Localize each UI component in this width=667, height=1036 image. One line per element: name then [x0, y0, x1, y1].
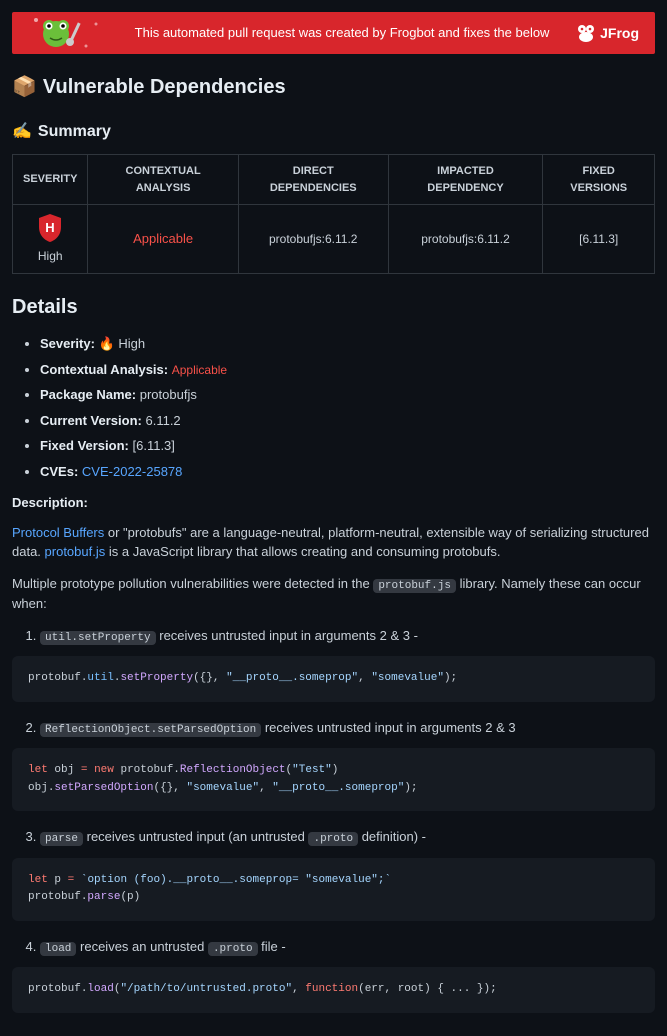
table-row: H High Applicable protobufjs:6.11.2 prot… [13, 205, 655, 274]
jfrog-logo: JFrog [576, 23, 639, 44]
vulnerability-list-4: load receives an untrusted .proto file - [12, 937, 655, 958]
cell-severity: H High [13, 205, 88, 274]
col-contextual: CONTEXTUAL ANALYSIS [88, 155, 238, 205]
detail-severity: Severity: 🔥 High [40, 334, 655, 354]
detail-contextual: Contextual Analysis: Applicable [40, 360, 655, 380]
description-p2: Multiple prototype pollution vulnerabili… [12, 574, 655, 614]
details-list: Severity: 🔥 High Contextual Analysis: Ap… [12, 334, 655, 481]
col-severity: SEVERITY [13, 155, 88, 205]
detail-cves: CVEs: CVE-2022-25878 [40, 462, 655, 482]
vulnerability-list-2: ReflectionObject.setParsedOption receive… [12, 718, 655, 739]
vulnerable-dependencies-heading: 📦 Vulnerable Dependencies [12, 72, 655, 102]
jfrog-icon [576, 23, 596, 43]
code-block-1: protobuf.util.setProperty({}, "__proto__… [12, 656, 655, 702]
vuln-item-4: load receives an untrusted .proto file - [40, 937, 655, 958]
col-fixed: FIXED VERSIONS [543, 155, 655, 205]
shield-high-icon: H [36, 213, 64, 243]
vulnerability-list-3: parse receives untrusted input (an untru… [12, 827, 655, 848]
cell-impacted: protobufjs:6.11.2 [388, 205, 543, 274]
vuln-item-3: parse receives untrusted input (an untru… [40, 827, 655, 848]
col-direct: DIRECT DEPENDENCIES [238, 155, 388, 205]
cell-fixed: [6.11.3] [543, 205, 655, 274]
frogbot-mascot-icon [28, 12, 108, 54]
code-block-2: let obj = new protobuf.ReflectionObject(… [12, 748, 655, 811]
code-block-4: protobuf.load("/path/to/untrusted.proto"… [12, 967, 655, 1013]
protocol-buffers-link[interactable]: Protocol Buffers [12, 525, 104, 540]
frogbot-banner: This automated pull request was created … [12, 12, 655, 54]
writing-icon: ✍️ [12, 120, 32, 144]
summary-heading: ✍️ Summary [12, 120, 655, 144]
description-p1: Protocol Buffers or "protobufs" are a la… [12, 523, 655, 562]
package-icon: 📦 [12, 72, 37, 102]
cve-link[interactable]: CVE-2022-25878 [82, 464, 182, 479]
vulnerability-list: util.setProperty receives untrusted inpu… [12, 626, 655, 647]
detail-fixed: Fixed Version: [6.11.3] [40, 436, 655, 456]
summary-table: SEVERITY CONTEXTUAL ANALYSIS DIRECT DEPE… [12, 154, 655, 274]
cell-contextual: Applicable [88, 205, 238, 274]
banner-text: This automated pull request was created … [108, 25, 576, 42]
jfrog-label: JFrog [600, 23, 639, 44]
detail-package: Package Name: protobufjs [40, 385, 655, 405]
detail-current: Current Version: 6.11.2 [40, 411, 655, 431]
details-heading: Details [12, 292, 655, 322]
col-impacted: IMPACTED DEPENDENCY [388, 155, 543, 205]
vuln-item-2: ReflectionObject.setParsedOption receive… [40, 718, 655, 739]
code-protobufjs: protobuf.js [373, 579, 456, 593]
svg-text:H: H [46, 220, 55, 235]
vuln-item-1: util.setProperty receives untrusted inpu… [40, 626, 655, 647]
protobufjs-link[interactable]: protobuf.js [45, 544, 106, 559]
cell-direct: protobufjs:6.11.2 [238, 205, 388, 274]
code-block-3: let p = `option (foo).__proto__.someprop… [12, 858, 655, 921]
description-label: Description: [12, 493, 655, 513]
